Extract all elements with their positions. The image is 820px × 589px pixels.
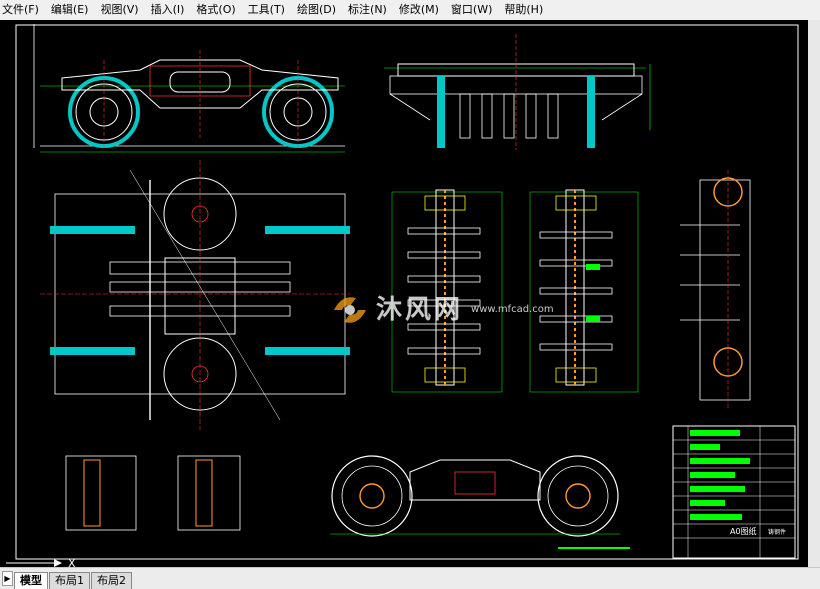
section-c [680, 170, 751, 410]
menu-modify[interactable]: 修改(M) [393, 0, 445, 20]
menu-window[interactable]: 窗口(W) [445, 0, 498, 20]
mfcad-logo-icon [334, 297, 366, 323]
menu-draw[interactable]: 绘图(D) [291, 0, 342, 20]
side-view-bogie [33, 24, 345, 153]
tab-layout-1[interactable]: 布局1 [49, 572, 90, 589]
watermark-name: 沐风网 [376, 295, 464, 325]
horizontal-scrollbar[interactable] [138, 567, 820, 589]
bottom-side-view [330, 455, 630, 549]
menu-view[interactable]: 视图(V) [94, 0, 144, 20]
tab-nav-arrow-icon[interactable]: ▶ [2, 571, 13, 586]
title-block-text: A0图纸 [730, 526, 757, 536]
menu-edit[interactable]: 编辑(E) [45, 0, 95, 20]
menu-format[interactable]: 格式(O) [190, 0, 241, 20]
vertical-scrollbar[interactable] [808, 20, 820, 567]
title-block-sub: 铸钢件 [768, 528, 786, 536]
tab-layout-2[interactable]: 布局2 [91, 572, 132, 589]
plan-view-bogie [40, 160, 350, 430]
menu-tools[interactable]: 工具(T) [242, 0, 291, 20]
detail-views [65, 455, 241, 531]
front-view-bogie [384, 34, 651, 150]
menu-insert[interactable]: 插入(I) [145, 0, 191, 20]
title-block: A0图纸 铸钢件 [672, 425, 796, 559]
menu-help[interactable]: 帮助(H) [498, 0, 549, 20]
section-a [391, 189, 503, 393]
watermark-url: www.mfcad.com [471, 303, 554, 315]
menu-dimension[interactable]: 标注(N) [342, 0, 393, 20]
tab-model[interactable]: 模型 [14, 572, 48, 589]
menu-bar: 文件(F) 编辑(E) 视图(V) 插入(I) 格式(O) 工具(T) 绘图(D… [0, 0, 820, 21]
watermark: 沐风网 www.mfcad.com [330, 292, 554, 328]
menu-file[interactable]: 文件(F) [0, 0, 45, 20]
layout-tab-bar: ▶ 模型 布局1 布局2 [0, 567, 138, 589]
section-b [529, 189, 639, 393]
drawing-canvas[interactable]: A0图纸 铸钢件 沐风网 www.mfcad.com X [0, 20, 808, 570]
